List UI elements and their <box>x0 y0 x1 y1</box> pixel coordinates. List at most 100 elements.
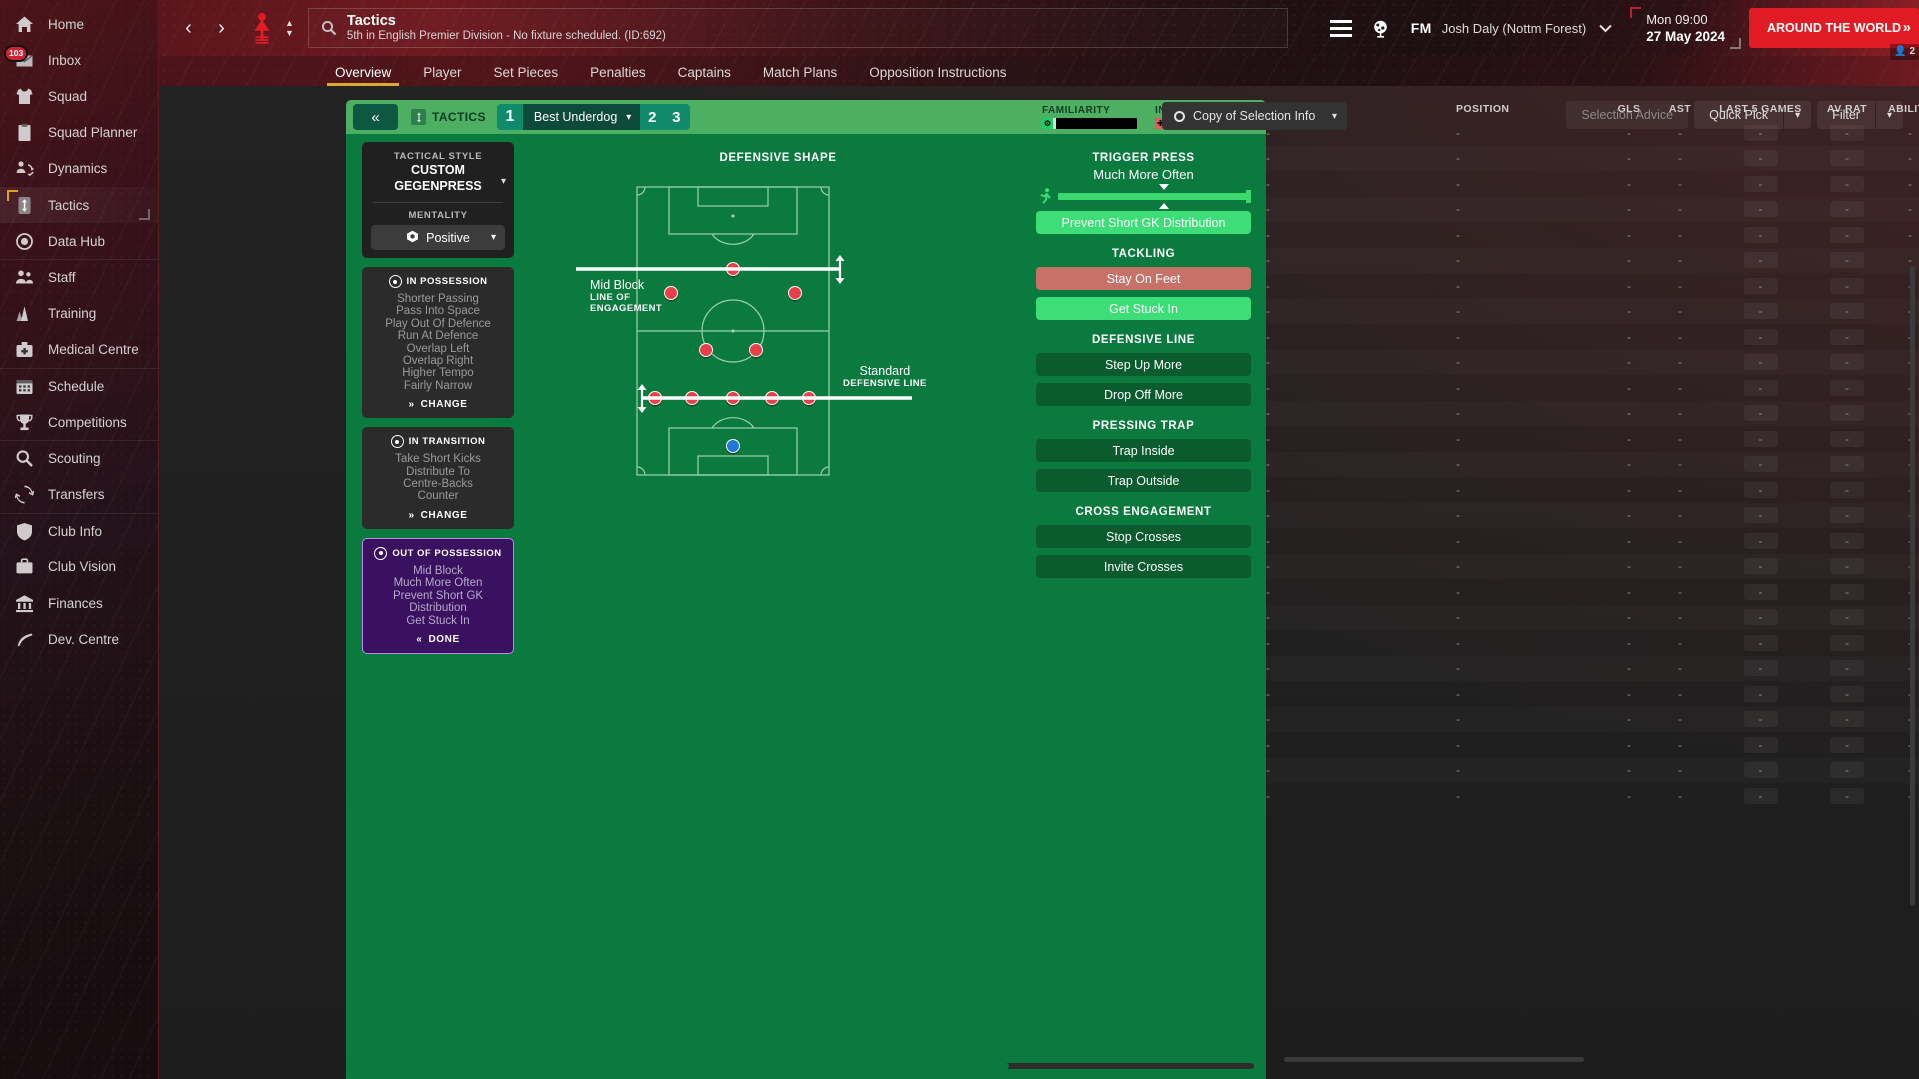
table-row[interactable]: -------- <box>1266 222 1919 248</box>
get-stuck-in-button[interactable]: Get Stuck In <box>1036 297 1251 320</box>
table-row[interactable]: -------- <box>1266 656 1919 682</box>
sidebar-item-inbox[interactable]: Inbox 103 <box>0 42 158 78</box>
step-up-more-button[interactable]: Step Up More <box>1036 353 1251 376</box>
filter-button-group[interactable]: Filter ▾ <box>1817 101 1903 129</box>
trap-inside-button[interactable]: Trap Inside <box>1036 439 1251 462</box>
table-row[interactable]: -------- <box>1266 299 1919 325</box>
tab-penalties[interactable]: Penalties <box>574 65 662 86</box>
player-marker-right-back[interactable] <box>801 390 816 405</box>
prevent-short-gk-distribution-button[interactable]: Prevent Short GK Distribution <box>1036 211 1251 234</box>
tab-overview[interactable]: Overview <box>319 65 407 86</box>
stay-on-feet-button[interactable]: Stay On Feet <box>1036 267 1251 290</box>
player-marker-centre-mid-left[interactable] <box>698 342 713 357</box>
filter-button[interactable]: Filter <box>1817 101 1875 129</box>
sidebar-item-scouting[interactable]: Scouting <box>0 440 158 476</box>
table-row[interactable]: -------- <box>1266 452 1919 478</box>
sidebar-item-staff[interactable]: Staff <box>0 259 158 295</box>
in-transition-change-button[interactable]: » CHANGE <box>371 510 505 521</box>
table-row[interactable]: -------- <box>1266 324 1919 350</box>
stepper-down-icon[interactable]: ▼ <box>285 28 294 37</box>
forward-button[interactable]: › <box>206 11 237 45</box>
quick-pick-button-group[interactable]: Quick Pick ▾ <box>1694 101 1812 129</box>
sidebar-item-training[interactable]: Training <box>0 296 158 332</box>
table-row[interactable]: -------- <box>1266 707 1919 733</box>
table-row[interactable]: -------- <box>1266 528 1919 554</box>
player-marker-striker[interactable] <box>726 261 740 276</box>
tab-set-pieces[interactable]: Set Pieces <box>478 65 575 86</box>
chevron-down-icon[interactable]: ▾ <box>501 176 506 187</box>
trigger-press-slider-row[interactable] <box>1038 183 1251 209</box>
sidebar-item-competitions[interactable]: Competitions <box>0 404 158 440</box>
trap-outside-button[interactable]: Trap Outside <box>1036 469 1251 492</box>
player-marker-left-mid[interactable] <box>663 286 678 301</box>
table-vertical-scrollbar[interactable] <box>1910 266 1915 906</box>
mentality-dropdown[interactable]: Positive ▾ <box>371 225 505 250</box>
player-marker-centre-back-left[interactable] <box>685 390 700 405</box>
tactics-horizontal-scrollbar[interactable] <box>349 1063 1254 1069</box>
tactic-slot-2[interactable]: 2 <box>640 104 665 130</box>
sidebar-item-squad-planner[interactable]: Squad Planner <box>0 115 158 151</box>
sidebar-item-schedule[interactable]: Schedule <box>0 367 158 404</box>
selection-advice-button[interactable]: Selection Advice <box>1566 101 1689 129</box>
table-row[interactable]: -------- <box>1266 605 1919 631</box>
player-marker-right-mid[interactable] <box>788 286 803 301</box>
invite-crosses-button[interactable]: Invite Crosses <box>1036 555 1251 578</box>
table-row[interactable]: -------- <box>1266 273 1919 299</box>
table-row[interactable]: -------- <box>1266 681 1919 707</box>
sidebar-item-tactics[interactable]: Tactics <box>0 186 158 224</box>
table-row[interactable]: -------- <box>1266 503 1919 529</box>
club-switch-stepper[interactable]: ▲ ▼ <box>285 18 294 37</box>
sidebar-item-transfers[interactable]: Transfers <box>0 476 158 512</box>
slider-handle-down[interactable] <box>1159 202 1170 209</box>
table-row[interactable]: -------- <box>1266 426 1919 452</box>
sidebar-item-club-vision[interactable]: Club Vision <box>0 549 158 585</box>
quick-pick-button[interactable]: Quick Pick <box>1694 101 1783 129</box>
globe-icon[interactable] <box>1361 0 1401 56</box>
user-profile-label[interactable]: Josh Daly (Nottm Forest) <box>1442 21 1592 36</box>
trigger-press-slider[interactable] <box>1058 183 1251 209</box>
sidebar-item-dynamics[interactable]: Dynamics <box>0 151 158 187</box>
tab-player[interactable]: Player <box>407 65 477 86</box>
table-row[interactable]: -------- <box>1266 197 1919 223</box>
table-row[interactable]: -------- <box>1266 783 1919 809</box>
tab-captains[interactable]: Captains <box>662 65 747 86</box>
sidebar-item-data-hub[interactable]: Data Hub <box>0 223 158 259</box>
stepper-up-icon[interactable]: ▲ <box>285 18 294 27</box>
table-row[interactable]: -------- <box>1266 401 1919 427</box>
sidebar-item-finances[interactable]: Finances <box>0 585 158 621</box>
club-badge-icon[interactable] <box>247 10 277 46</box>
player-marker-centre-back-centre[interactable] <box>726 390 740 405</box>
player-marker-centre-back-right[interactable] <box>764 390 779 405</box>
tactic-slot-3[interactable]: 3 <box>664 104 691 130</box>
table-row[interactable]: -------- <box>1266 477 1919 503</box>
user-dropdown-caret-icon[interactable] <box>1592 0 1618 56</box>
tactic-slot-1[interactable]: 1 <box>496 104 523 130</box>
table-row[interactable]: -------- <box>1266 758 1919 784</box>
tactical-style-dropdown[interactable]: CUSTOM GEGENPRESS ▾ <box>371 163 506 194</box>
sidebar-item-medical-centre[interactable]: Medical Centre <box>0 332 158 368</box>
tactic-name-dropdown[interactable]: Best Underdog ▾ <box>522 104 641 130</box>
sidebar-item-squad[interactable]: Squad <box>0 78 158 114</box>
table-row[interactable]: -------- <box>1266 732 1919 758</box>
back-button[interactable]: ‹ <box>173 11 204 45</box>
continue-button[interactable]: AROUND THE WORLD » 👤 2 <box>1749 8 1919 60</box>
table-row[interactable]: -------- <box>1266 171 1919 197</box>
copy-selection-info-dropdown[interactable]: Copy of Selection Info ▾ <box>1162 102 1347 130</box>
stop-crosses-button[interactable]: Stop Crosses <box>1036 525 1251 548</box>
slider-handle-up[interactable] <box>1159 183 1170 190</box>
table-row[interactable]: -------- <box>1266 350 1919 376</box>
tab-match-plans[interactable]: Match Plans <box>747 65 853 86</box>
table-horizontal-scrollbar[interactable] <box>1284 1057 1584 1062</box>
sidebar-item-dev-centre[interactable]: Dev. Centre <box>0 621 158 657</box>
collapse-panel-button[interactable]: « <box>353 104 398 130</box>
tab-opposition-instructions[interactable]: Opposition Instructions <box>853 65 1022 86</box>
player-marker-goalkeeper[interactable] <box>726 438 740 453</box>
quick-pick-caret-icon[interactable]: ▾ <box>1783 101 1811 129</box>
pitch-diagram[interactable] <box>636 186 830 476</box>
table-row[interactable]: -------- <box>1266 554 1919 580</box>
player-marker-centre-mid-right[interactable] <box>749 342 764 357</box>
search-icon[interactable] <box>321 20 337 36</box>
drop-off-more-button[interactable]: Drop Off More <box>1036 383 1251 406</box>
in-possession-change-button[interactable]: » CHANGE <box>371 399 505 410</box>
sidebar-item-club-info[interactable]: Club Info <box>0 512 158 549</box>
